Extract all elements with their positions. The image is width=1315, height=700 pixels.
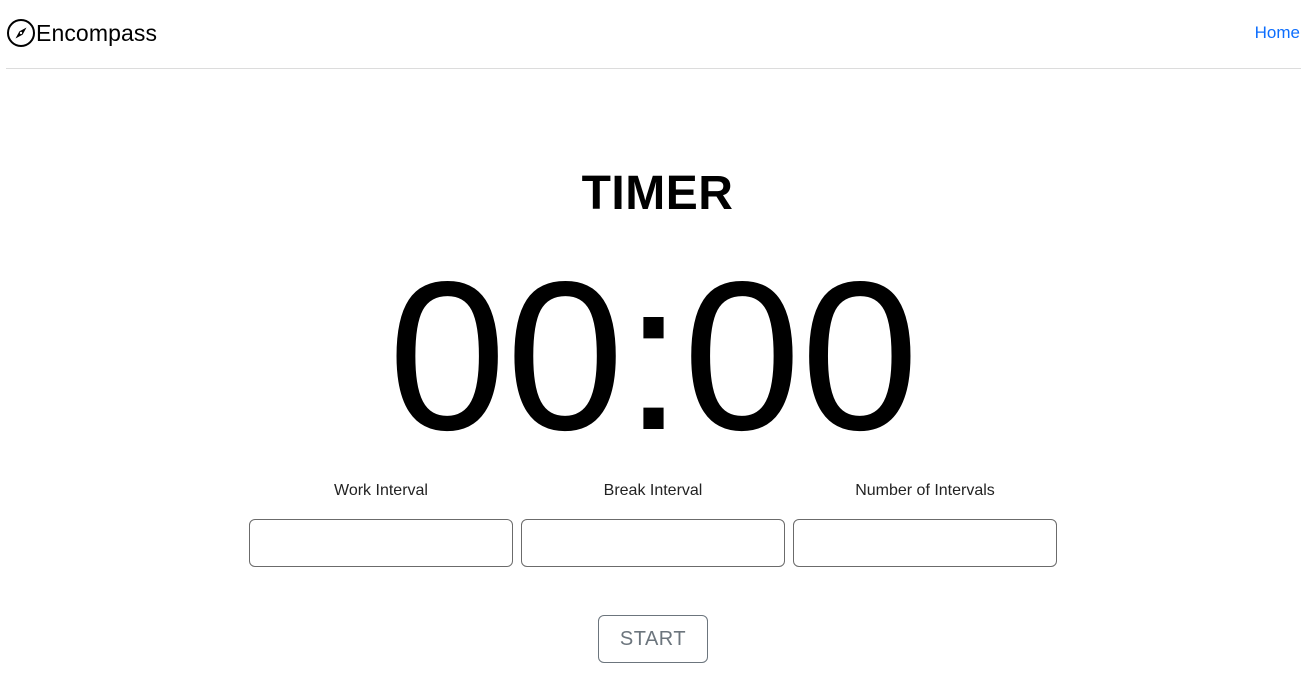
brand-link[interactable]: Encompass (6, 17, 157, 49)
break-interval-label: Break Interval (603, 482, 703, 499)
work-interval-group: Work Interval (249, 480, 513, 567)
compass-icon (7, 19, 35, 47)
number-of-intervals-input[interactable] (793, 519, 1057, 567)
timer-display: 00:00 (388, 237, 919, 474)
nav-link-home[interactable]: Home (1255, 22, 1300, 44)
break-interval-input[interactable] (521, 519, 785, 567)
number-of-intervals-group: Number of Intervals (793, 480, 1057, 567)
break-interval-group: Break Interval (521, 480, 785, 567)
work-interval-input[interactable] (249, 519, 513, 567)
page-title: TIMER (581, 167, 734, 220)
start-button[interactable]: START (598, 615, 708, 663)
work-interval-label: Work Interval (334, 482, 428, 499)
navbar: Encompass Home (6, 0, 1301, 69)
number-of-intervals-label: Number of Intervals (855, 482, 995, 499)
brand-name: Encompass (36, 20, 158, 46)
